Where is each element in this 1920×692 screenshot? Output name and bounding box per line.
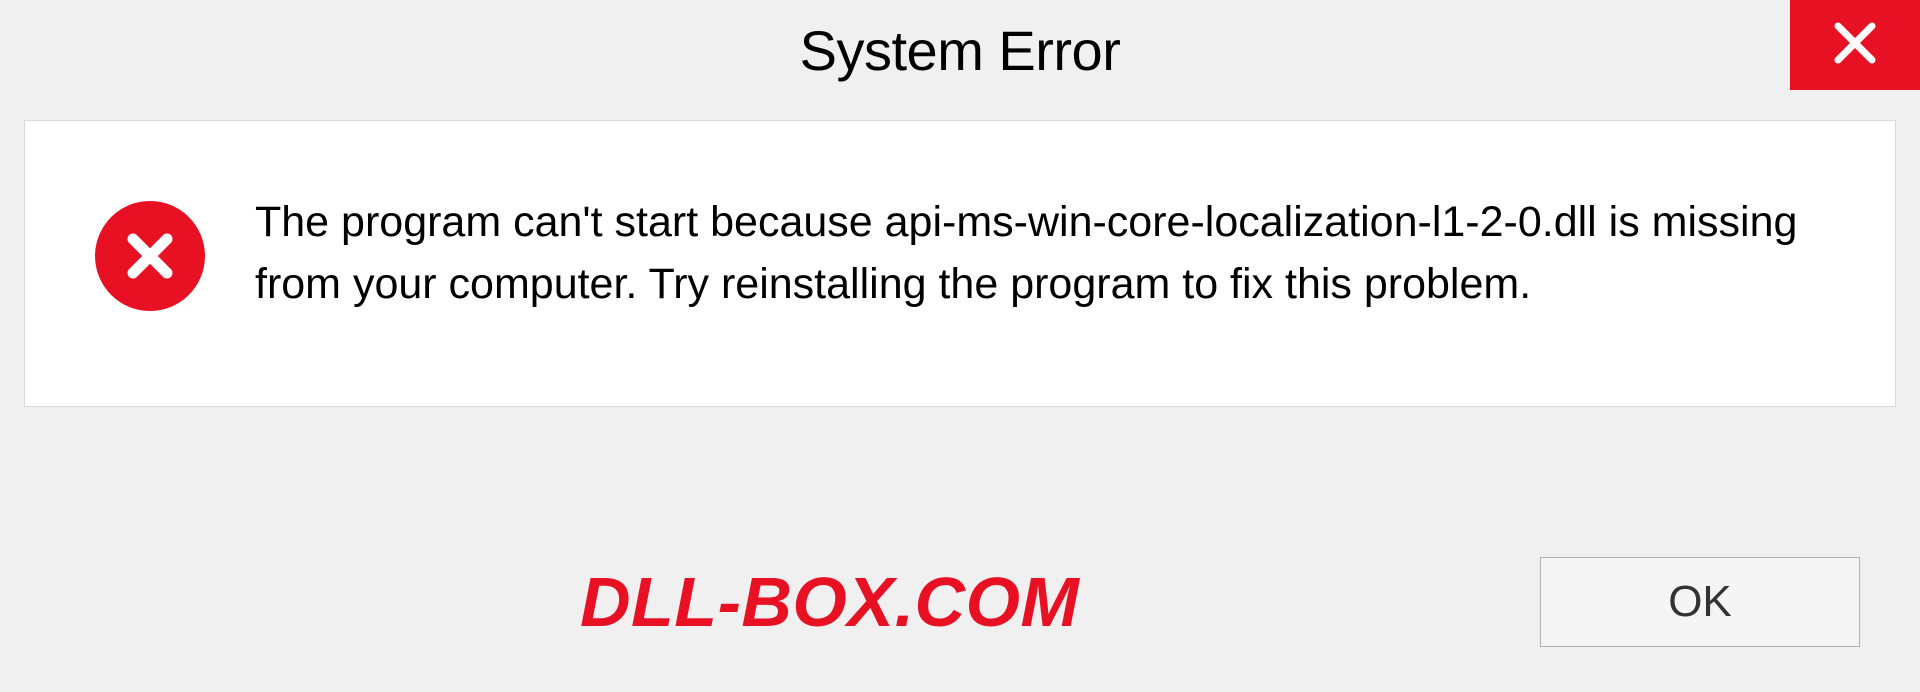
dialog-title: System Error	[800, 18, 1121, 83]
close-icon	[1832, 20, 1878, 71]
content-area: The program can't start because api-ms-w…	[24, 120, 1896, 407]
error-icon	[95, 201, 205, 311]
footer: DLL-BOX.COM OK	[0, 532, 1920, 692]
close-button[interactable]	[1790, 0, 1920, 90]
titlebar: System Error	[0, 0, 1920, 100]
watermark-text: DLL-BOX.COM	[580, 562, 1079, 642]
ok-button[interactable]: OK	[1540, 557, 1860, 647]
error-message: The program can't start because api-ms-w…	[255, 191, 1825, 316]
